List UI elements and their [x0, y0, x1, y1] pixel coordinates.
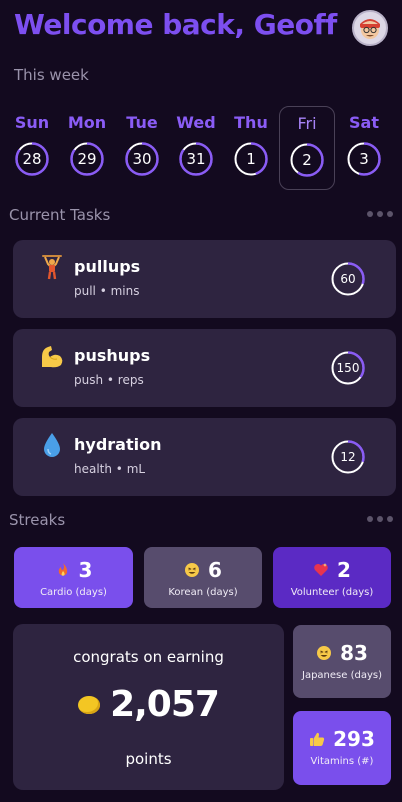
- streak-value: 293: [333, 727, 375, 751]
- streak-value: 2: [337, 558, 351, 582]
- flexed-bicep-icon: [39, 343, 65, 369]
- thumbs-up-icon: [309, 731, 325, 747]
- streaks-section-header: Streaks: [9, 511, 393, 533]
- day-progress-ring: 31: [179, 142, 213, 176]
- streak-card-cardio[interactable]: 3 Cardio (days): [14, 547, 133, 608]
- avatar-face-icon: [360, 19, 380, 39]
- task-card-pullups[interactable]: pullups pull • mins 60: [13, 240, 396, 318]
- day-progress-ring: 2: [290, 143, 324, 177]
- streak-label: Korean (days): [168, 587, 238, 598]
- coin-icon: [78, 695, 101, 714]
- streak-card-japanese[interactable]: 83 Japanese (days): [293, 625, 391, 698]
- day-fri[interactable]: Fri 2: [279, 106, 335, 190]
- day-name: Mon: [67, 113, 107, 132]
- streak-card-volunteer[interactable]: 2 Volunteer (days): [273, 547, 391, 608]
- day-date: 2: [302, 151, 312, 169]
- day-mon[interactable]: Mon 29: [59, 106, 115, 190]
- points-caption: congrats on earning: [73, 648, 224, 666]
- task-name: pushups: [74, 346, 151, 365]
- day-tue[interactable]: Tue 30: [114, 106, 170, 190]
- task-progress-ring: 60: [331, 262, 365, 296]
- day-progress-ring: 30: [125, 142, 159, 176]
- streak-label: Volunteer (days): [290, 587, 374, 598]
- day-sun[interactable]: Sun 28: [4, 106, 60, 190]
- grinning-face-icon: [184, 562, 200, 578]
- greeting-title: Welcome back, Geoff: [14, 8, 337, 41]
- day-name: Fri: [297, 114, 317, 133]
- person-pullup-icon: [39, 254, 65, 280]
- day-sat[interactable]: Sat 3: [336, 106, 392, 190]
- streak-value: 3: [78, 558, 93, 582]
- task-value: 12: [340, 450, 356, 464]
- streak-label: Vitamins (#): [310, 756, 374, 767]
- task-meta: pull • mins: [74, 284, 140, 298]
- streaks-section-title: Streaks: [9, 511, 66, 529]
- day-date: 31: [186, 150, 206, 168]
- day-name: Sun: [14, 113, 50, 132]
- day-date: 29: [77, 150, 97, 168]
- points-value: 2,057: [110, 684, 220, 725]
- water-drop-icon: [39, 432, 65, 458]
- task-value: 150: [336, 361, 360, 375]
- streaks-more-icon[interactable]: [367, 516, 393, 522]
- tasks-section-header: Current Tasks: [9, 206, 393, 228]
- tasks-more-icon[interactable]: [367, 211, 393, 217]
- day-name: Thu: [234, 113, 268, 132]
- day-progress-ring: 29: [70, 142, 104, 176]
- streak-card-korean[interactable]: 6 Korean (days): [144, 547, 262, 608]
- task-meta: push • reps: [74, 373, 144, 387]
- streak-card-vitamins[interactable]: 293 Vitamins (#): [293, 711, 391, 785]
- task-name: hydration: [74, 435, 162, 454]
- streak-label: Cardio (days): [40, 587, 107, 598]
- streak-value: 83: [340, 641, 368, 665]
- task-card-hydration[interactable]: hydration health • mL 12: [13, 418, 396, 496]
- grinning-face-icon: [316, 645, 332, 661]
- day-name: Sat: [349, 113, 379, 132]
- week-day-selector: Sun 28 Mon 29 Tue 30 Wed 31 Thu 1 Fri 2 …: [4, 106, 398, 192]
- avatar[interactable]: [352, 10, 388, 46]
- streak-label: Japanese (days): [302, 670, 382, 681]
- task-card-pushups[interactable]: pushups push • reps 150: [13, 329, 396, 407]
- day-date: 30: [132, 150, 152, 168]
- points-unit: points: [125, 750, 172, 768]
- heart-icon: [313, 562, 329, 578]
- day-name: Wed: [176, 113, 216, 132]
- day-date: 28: [22, 150, 42, 168]
- day-wed[interactable]: Wed 31: [168, 106, 224, 190]
- week-label: This week: [14, 66, 89, 84]
- day-name: Tue: [126, 113, 158, 132]
- day-date: 3: [359, 150, 369, 168]
- task-progress-ring: 150: [331, 351, 365, 385]
- day-progress-ring: 28: [15, 142, 49, 176]
- streak-value: 6: [208, 558, 222, 582]
- day-thu[interactable]: Thu 1: [223, 106, 279, 190]
- fire-icon: [55, 562, 71, 578]
- task-value: 60: [340, 272, 356, 286]
- tasks-section-title: Current Tasks: [9, 206, 111, 224]
- day-progress-ring: 1: [234, 142, 268, 176]
- points-card[interactable]: congrats on earning 2,057 points: [13, 624, 284, 790]
- header: Welcome back, Geoff: [14, 8, 388, 48]
- task-name: pullups: [74, 257, 141, 276]
- day-date: 1: [246, 150, 256, 168]
- day-progress-ring: 3: [347, 142, 381, 176]
- task-meta: health • mL: [74, 462, 146, 476]
- task-progress-ring: 12: [331, 440, 365, 474]
